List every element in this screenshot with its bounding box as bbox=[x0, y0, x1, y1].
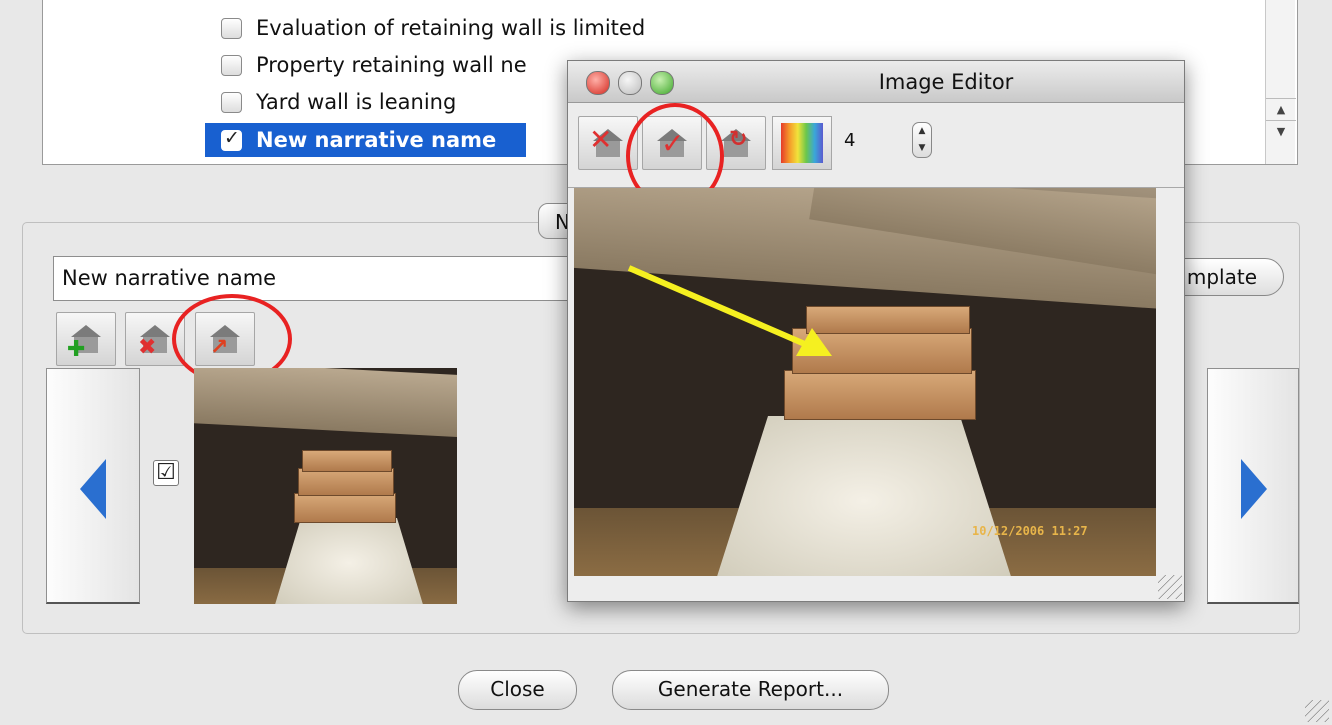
photo-pier bbox=[274, 518, 424, 604]
image-include-checkbox[interactable]: ☑ bbox=[153, 460, 179, 486]
scroll-up-icon[interactable]: ▲ bbox=[1266, 98, 1296, 121]
resize-grip-icon[interactable] bbox=[1158, 575, 1182, 599]
arrow-left-icon bbox=[80, 459, 106, 519]
resize-grip-icon[interactable] bbox=[1305, 700, 1329, 722]
photo-block bbox=[294, 493, 396, 523]
add-image-button[interactable]: ✚ bbox=[56, 312, 116, 366]
checkbox[interactable] bbox=[221, 54, 242, 76]
editor-photo[interactable]: 10/12/2006 11:27 bbox=[574, 188, 1156, 576]
annotation-arrow-icon bbox=[627, 265, 832, 356]
list-scrollbar[interactable]: ▲ ▼ bbox=[1265, 0, 1296, 164]
list-item-label: Yard wall is leaning bbox=[256, 90, 457, 114]
level-value: 4 bbox=[844, 130, 856, 151]
level-stepper[interactable]: ▲ ▼ bbox=[912, 122, 932, 158]
scroll-down-icon[interactable]: ▼ bbox=[1266, 120, 1296, 143]
list-item[interactable]: Evaluation of retaining wall is limited bbox=[221, 14, 645, 42]
photo-timestamp: 10/12/2006 11:27 bbox=[972, 524, 1088, 538]
narrative-name-field[interactable]: New narrative name bbox=[53, 256, 573, 301]
color-picker-button[interactable] bbox=[772, 116, 832, 170]
close-button[interactable]: Close bbox=[458, 670, 577, 710]
plus-icon: ✚ bbox=[67, 337, 86, 362]
close-window-icon[interactable] bbox=[586, 71, 610, 95]
checkbox[interactable] bbox=[221, 17, 242, 39]
thumbnail-photo[interactable] bbox=[194, 368, 457, 604]
photo-block bbox=[298, 468, 394, 496]
list-item-label: Property retaining wall ne bbox=[256, 53, 527, 77]
next-image-button[interactable] bbox=[1207, 368, 1299, 604]
rotate-icon: ↻ bbox=[729, 127, 748, 152]
arrow-right-icon bbox=[1241, 459, 1267, 519]
previous-image-button[interactable] bbox=[46, 368, 140, 604]
list-item-label: New narrative name bbox=[256, 128, 497, 152]
cancel-icon: ✕ bbox=[589, 123, 613, 156]
delete-icon: ✖ bbox=[138, 335, 157, 360]
minimize-window-icon[interactable] bbox=[618, 71, 642, 95]
generate-report-button[interactable]: Generate Report... bbox=[612, 670, 889, 710]
list-item[interactable]: Property retaining wall ne bbox=[221, 51, 527, 79]
list-item-selected[interactable]: ✓ New narrative name bbox=[205, 123, 527, 157]
checkbox-checked[interactable]: ✓ bbox=[221, 127, 242, 151]
list-item[interactable]: Yard wall is leaning bbox=[221, 88, 456, 116]
list-item-label: Evaluation of retaining wall is limited bbox=[256, 16, 646, 40]
checkbox[interactable] bbox=[221, 91, 242, 113]
photo-block bbox=[302, 450, 392, 472]
window-title: Image Editor bbox=[878, 70, 1014, 94]
photo-beam bbox=[194, 368, 457, 438]
zoom-window-icon[interactable] bbox=[650, 71, 674, 95]
color-spectrum-icon bbox=[781, 123, 823, 163]
